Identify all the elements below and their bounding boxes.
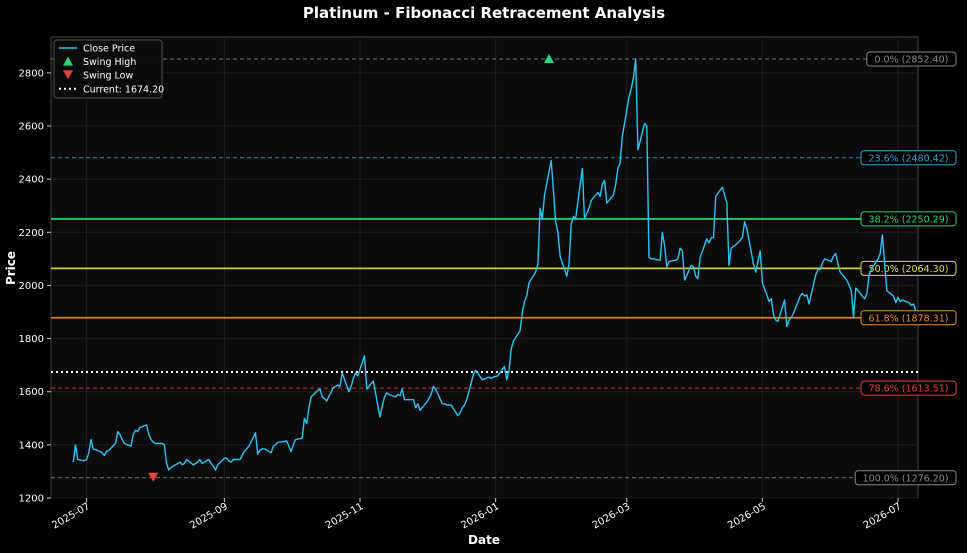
y-tick-label: 2000 (19, 281, 44, 292)
y-tick-label: 1400 (19, 440, 44, 451)
y-tick-label: 2200 (19, 228, 44, 239)
legend: Close Price Swing High Swing Low Current: 1… (53, 39, 164, 99)
y-tick-label: 2600 (19, 122, 44, 133)
chart-svg: Platinum - Fibonacci Retracement Analysi… (0, 0, 967, 553)
y-tick-label: 2800 (19, 68, 44, 79)
y-tick-label: 1600 (19, 387, 44, 398)
y-axis-label: Price (4, 251, 18, 285)
fibonacci-chart: Platinum - Fibonacci Retracement Analysi… (0, 0, 967, 553)
fib-level-tag: 61.8% (1878.31) (869, 313, 949, 324)
legend-label: Current: 1674.20 (83, 84, 164, 95)
fib-level-tag: 50.0% (2064.30) (869, 264, 949, 275)
fib-level-tag: 0.0% (2852.40) (874, 54, 948, 65)
legend-label: Close Price (83, 44, 135, 55)
legend-label: Swing High (83, 57, 136, 68)
y-tick-label: 2400 (19, 175, 44, 186)
fib-level-tag: 23.6% (2480.42) (869, 153, 949, 164)
fib-level-tag: 100.0% (1276.20) (863, 473, 949, 484)
x-axis-label: Date (468, 533, 500, 547)
y-tick-label: 1800 (19, 334, 44, 345)
fib-level-tag: 78.6% (1613.51) (869, 384, 949, 395)
y-tick-label: 1200 (19, 494, 44, 505)
fib-level-tag: 38.2% (2250.29) (869, 214, 949, 225)
legend-label: Swing Low (83, 71, 133, 82)
chart-title: Platinum - Fibonacci Retracement Analysi… (303, 4, 665, 22)
